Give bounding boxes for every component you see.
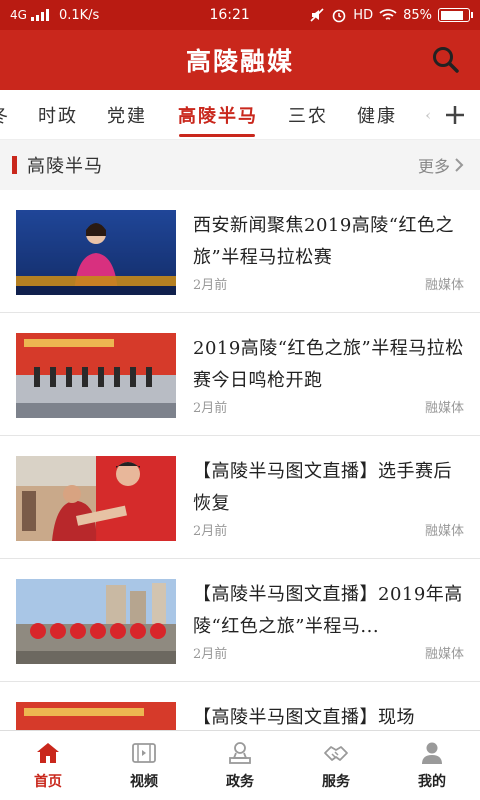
tab-party[interactable]: 党建	[107, 90, 147, 139]
status-bar: 4G 0.1K/s 16:21 HD 85%	[0, 0, 480, 30]
article-time: 2月前	[193, 647, 228, 662]
home-icon	[37, 742, 59, 763]
article-thumbnail	[16, 579, 176, 664]
tab-agriculture[interactable]: 三农	[288, 90, 328, 139]
article-thumbnail	[16, 333, 176, 418]
search-icon[interactable]	[430, 44, 462, 76]
article-item[interactable]: 【高陵半马图文直播】选手赛后恢复 2月前 融媒体	[0, 436, 480, 559]
article-source: 融媒体	[424, 278, 464, 293]
hd-label: HD	[353, 7, 374, 23]
tab-partial-left[interactable]: 冬	[0, 90, 10, 139]
article-time: 2月前	[193, 524, 228, 539]
article-thumbnail	[16, 456, 176, 541]
network-type: 4G	[10, 8, 27, 22]
article-time: 2月前	[193, 401, 228, 416]
article-item[interactable]: 【高陵半马图文直播】2019年高陵“红色之旅”半程马... 2月前 融媒体	[0, 559, 480, 682]
mute-icon	[310, 8, 324, 22]
wifi-icon	[379, 9, 397, 20]
article-title: 【高陵半马图文直播】选手赛后恢复	[193, 461, 452, 514]
nav-label: 我的	[418, 773, 446, 790]
article-time: 2月前	[193, 278, 228, 293]
article-item[interactable]: 西安新闻聚焦2019高陵“红色之旅”半程马拉松赛 2月前 融媒体	[0, 190, 480, 313]
section-marker	[12, 156, 17, 174]
more-label: 更多	[417, 157, 450, 176]
app-header: 高陵融媒	[0, 30, 480, 90]
app-title: 高陵融媒	[185, 47, 294, 76]
article-source: 融媒体	[424, 524, 464, 539]
article-source: 融媒体	[424, 401, 464, 416]
nav-government[interactable]: 政务	[192, 731, 288, 800]
bottom-nav: 首页 视频 政务 服务 我的	[0, 730, 480, 800]
section-header: 高陵半马 更多	[0, 140, 480, 190]
add-channel-button[interactable]	[430, 90, 480, 139]
channel-tab-bar: 冬 时政 党建 高陵半马 三农 健康 ‹	[0, 90, 480, 140]
article-item[interactable]: 2019高陵“红色之旅”半程马拉松赛今日鸣枪开跑 2月前 融媒体	[0, 313, 480, 436]
article-title: 2019高陵“红色之旅”半程马拉松赛今日鸣枪开跑	[193, 338, 464, 391]
article-source: 融媒体	[424, 647, 464, 662]
section-title: 高陵半马	[27, 156, 103, 177]
nav-mine[interactable]: 我的	[384, 731, 480, 800]
active-tab-indicator	[179, 134, 255, 137]
plus-icon	[446, 106, 464, 124]
tab-health[interactable]: 健康	[357, 90, 397, 139]
nav-home[interactable]: 首页	[0, 731, 96, 800]
article-thumbnail	[16, 210, 176, 295]
signal-icon	[30, 9, 49, 21]
nav-label: 视频	[130, 773, 158, 790]
user-icon	[422, 742, 442, 764]
more-link[interactable]: 更多	[418, 140, 464, 190]
battery-icon	[438, 8, 473, 22]
nav-service[interactable]: 服务	[288, 731, 384, 800]
status-time: 16:21	[209, 7, 250, 23]
nav-label: 政务	[226, 773, 254, 790]
government-icon	[229, 741, 251, 764]
nav-video[interactable]: 视频	[96, 731, 192, 800]
tab-politics[interactable]: 时政	[38, 90, 78, 139]
alarm-icon	[332, 9, 346, 23]
nav-label: 服务	[322, 773, 350, 790]
chevron-right-icon	[455, 158, 464, 172]
video-icon	[132, 742, 156, 763]
tab-gaoling-half-marathon[interactable]: 高陵半马	[178, 90, 258, 139]
article-title: 【高陵半马图文直播】2019年高陵“红色之旅”半程马...	[193, 584, 463, 637]
article-title: 西安新闻聚焦2019高陵“红色之旅”半程马拉松赛	[193, 215, 455, 268]
nav-label: 首页	[34, 773, 62, 790]
battery-percent: 85%	[403, 7, 432, 23]
handshake-icon	[324, 745, 348, 761]
network-speed: 0.1K/s	[58, 7, 100, 23]
